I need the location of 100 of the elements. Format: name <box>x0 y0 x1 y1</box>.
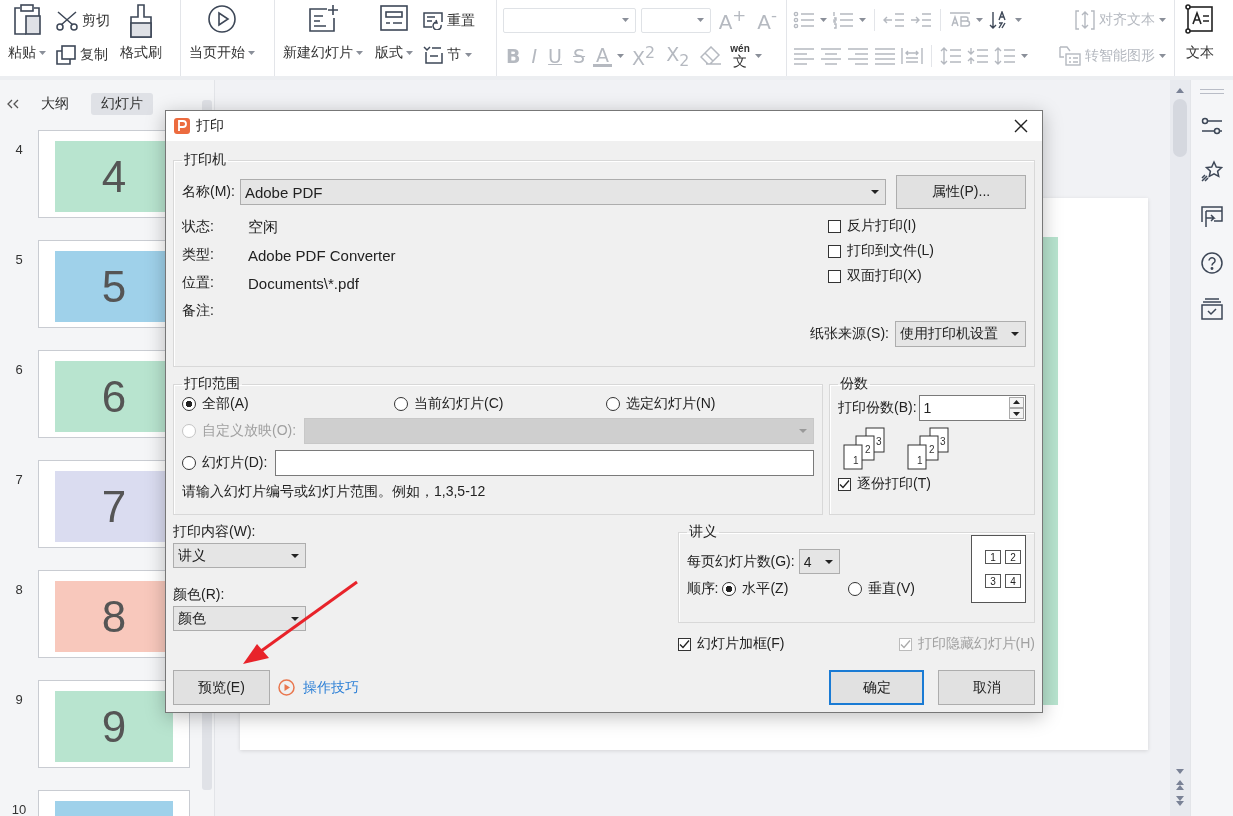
order-radio[interactable]: 水平(Z) <box>722 580 789 598</box>
collate-checkbox[interactable]: 逐份打印(T) <box>838 475 1026 493</box>
reset-icon <box>423 12 443 30</box>
ok-button[interactable]: 确定 <box>829 670 924 705</box>
format-painter-button[interactable]: 格式刷 <box>116 0 166 76</box>
paper-source-dropdown[interactable]: 使用打印机设置 <box>895 321 1026 347</box>
copy-icon <box>56 45 76 65</box>
check-icon <box>678 638 690 650</box>
range-radio[interactable]: 选定幻灯片(N) <box>606 395 814 413</box>
copy-button[interactable]: 复制 <box>54 45 112 65</box>
clipboard-icon <box>12 4 42 36</box>
check-icon <box>839 478 850 490</box>
printer-dropdown[interactable]: Adobe PDF <box>239 179 886 205</box>
caret-icon <box>859 18 866 22</box>
next-page-icon[interactable] <box>1176 796 1184 806</box>
text-box-button[interactable]: 文本 <box>1181 0 1219 76</box>
justify-icon[interactable] <box>874 47 896 65</box>
slide-slot: 1 <box>985 550 1001 564</box>
new-slide-button[interactable]: 新建幻灯片 <box>279 0 367 76</box>
properties-button[interactable]: 属性(P)... <box>896 175 1026 209</box>
align-text-icon <box>1075 10 1095 30</box>
play-from-current-button[interactable]: 当页开始 <box>185 0 259 76</box>
order-radio[interactable]: 垂直(V) <box>848 580 915 598</box>
collapse-icon[interactable] <box>7 99 19 109</box>
reset-button[interactable]: 重置 <box>421 12 477 30</box>
text-direction-icon[interactable] <box>949 11 971 29</box>
line-spacing-icon[interactable] <box>994 47 1016 65</box>
group-title: 讲义 <box>687 523 718 541</box>
field-label: 每页幻灯片数(G): <box>686 552 795 571</box>
print-content-dropdown[interactable]: 讲义 <box>173 543 306 568</box>
slide-number: 9 <box>14 691 24 707</box>
increase-indent-icon[interactable] <box>910 11 932 29</box>
distribute-icon[interactable] <box>901 47 923 65</box>
slide-title: 6 <box>101 371 127 422</box>
print-option-checkbox[interactable]: 反片打印(I) <box>827 217 934 235</box>
layout-button[interactable]: 版式 <box>371 0 417 76</box>
decrease-indent-icon[interactable] <box>883 11 905 29</box>
play-icon <box>278 679 295 696</box>
text-box-icon <box>1185 4 1215 34</box>
panel-tab[interactable]: 幻灯片 <box>91 93 153 115</box>
slide-slot: 4 <box>1005 574 1021 588</box>
info-value: Adobe PDF Converter <box>248 246 396 264</box>
section-button[interactable]: 节 <box>421 46 477 64</box>
smartart-icon <box>1059 46 1081 66</box>
slide-slot: 2 <box>1005 550 1021 564</box>
font-name-field[interactable] <box>503 7 636 33</box>
color-dropdown[interactable]: 颜色 <box>173 606 306 631</box>
slide-range-field[interactable] <box>275 450 814 476</box>
caret-icon <box>291 616 299 621</box>
caret-icon <box>799 429 807 433</box>
section-icon <box>423 46 443 64</box>
slide-number: 6 <box>14 361 24 377</box>
align-left-icon[interactable] <box>793 47 815 65</box>
close-icon[interactable] <box>1014 119 1028 133</box>
info-label: 状态: <box>182 218 215 236</box>
slides-per-page-dropdown[interactable]: 4 <box>798 549 840 574</box>
slide-number: 5 <box>14 251 24 267</box>
spinner-icon[interactable] <box>1009 397 1024 419</box>
field-label: 顺序: <box>686 580 719 598</box>
panel-tab[interactable]: 大纲 <box>31 93 79 115</box>
bullet-list-icon[interactable] <box>793 11 815 29</box>
previous-page-icon[interactable] <box>1176 780 1184 790</box>
caret-icon <box>621 18 629 23</box>
align-right-icon[interactable] <box>847 47 869 65</box>
paragraph-spacing-icon[interactable] <box>967 47 989 65</box>
dialog-title: 打印 <box>196 117 224 135</box>
frame-slides-checkbox[interactable]: 幻灯片加框(F) <box>677 635 785 653</box>
line-spacing-icon[interactable] <box>940 47 962 65</box>
slide-slot: 3 <box>985 574 1001 588</box>
range-radio[interactable]: 当前幻灯片(C) <box>394 395 606 413</box>
scroll-up-icon[interactable] <box>1176 88 1184 93</box>
numbered-list-icon[interactable] <box>832 11 854 29</box>
scissors-icon <box>56 11 78 31</box>
custom-show-dropdown[interactable] <box>304 418 814 444</box>
archive-check-icon[interactable] <box>1201 298 1223 320</box>
print-option-checkbox[interactable]: 双面打印(X) <box>827 267 934 285</box>
preview-button[interactable]: 预览(E) <box>173 670 270 705</box>
slide-title: 9 <box>101 701 127 752</box>
screen-switch-icon[interactable] <box>1201 206 1223 228</box>
star-icon[interactable] <box>1201 160 1223 182</box>
slide-number: 8 <box>14 581 24 597</box>
cut-button[interactable]: 剪切 <box>54 11 112 31</box>
slide-title: 4 <box>101 151 127 202</box>
slide-title: 8 <box>101 591 127 642</box>
copies-field[interactable]: 1 <box>918 395 1026 421</box>
scroll-down-icon[interactable] <box>1176 769 1184 774</box>
drag-handle-icon[interactable] <box>1200 89 1224 94</box>
tips-link[interactable]: 操作技巧 <box>303 678 359 697</box>
caret-icon <box>871 190 879 194</box>
print-option-checkbox[interactable]: 打印到文件(L) <box>827 242 934 260</box>
sliders-icon[interactable] <box>1201 116 1223 136</box>
font-size-field[interactable] <box>640 7 711 33</box>
cancel-button[interactable]: 取消 <box>938 670 1035 705</box>
help-icon[interactable] <box>1201 252 1223 274</box>
slide-title: 7 <box>101 481 127 532</box>
align-center-icon[interactable] <box>820 47 842 65</box>
caret-icon <box>824 559 833 564</box>
slide-thumbnail[interactable]: 9 <box>38 680 190 768</box>
paste-button[interactable]: 粘贴 <box>4 0 50 76</box>
info-value: Documents\*.pdf <box>248 274 360 292</box>
